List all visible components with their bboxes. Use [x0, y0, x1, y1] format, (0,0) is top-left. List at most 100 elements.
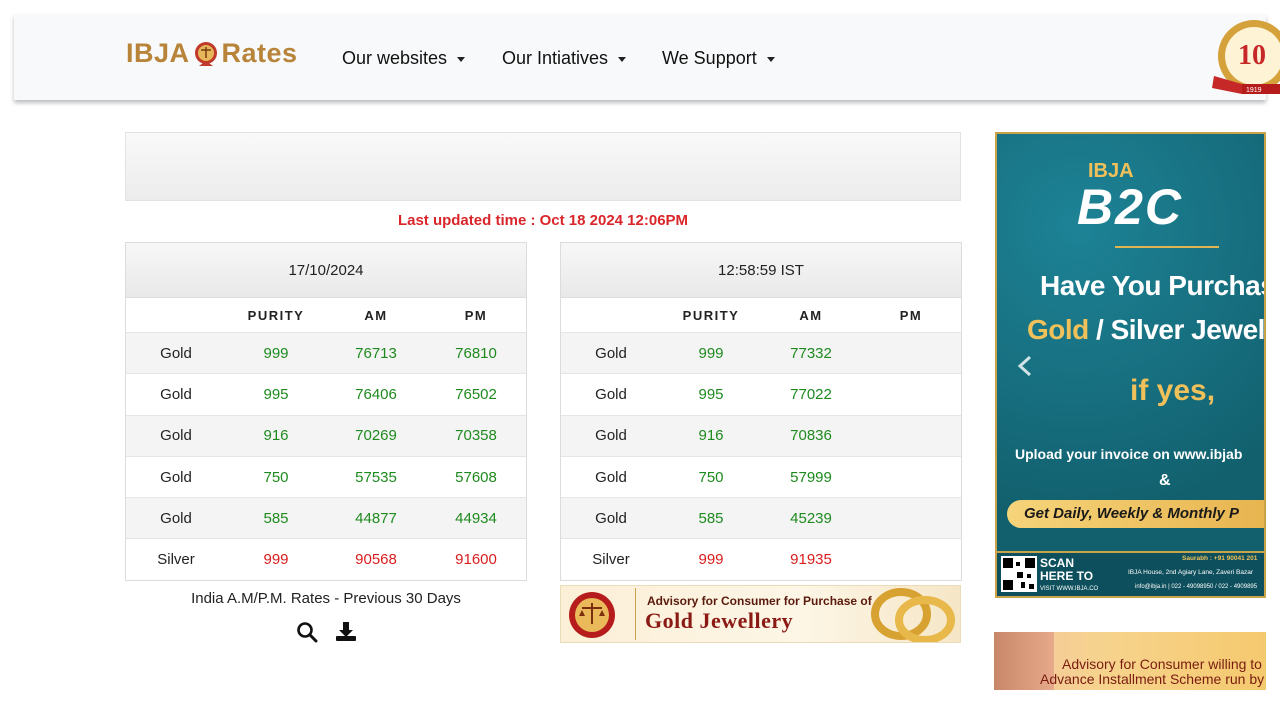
download-icon[interactable]: [335, 621, 357, 643]
column-header-purity: PURITY: [682, 307, 740, 323]
am-rate-cell: 77332: [790, 344, 832, 362]
ibja-seal-icon: [569, 592, 615, 638]
metal-cell: Gold: [160, 344, 192, 362]
ad-ampersand: &: [1159, 472, 1171, 489]
pm-rate-cell: 76502: [455, 385, 497, 403]
am-rate-cell: 70836: [790, 427, 832, 445]
nav-label: Our Intiatives: [502, 48, 609, 68]
previous-rates-link[interactable]: India A.M/P.M. Rates - Previous 30 Days: [125, 590, 527, 607]
pm-rate-cell: 57608: [455, 468, 497, 486]
table-column-headers: PURITY AM PM: [126, 298, 526, 333]
caret-down-icon: [618, 57, 627, 62]
am-rate-cell: 76713: [355, 344, 397, 362]
am-rate-cell: 70269: [355, 427, 397, 445]
table-row: Gold 585 44877 44934: [126, 498, 526, 540]
metal-cell: Gold: [595, 468, 627, 486]
pm-rate-cell: 76810: [455, 344, 497, 362]
ad-headline1: Have You Purchase: [1040, 270, 1266, 301]
table-date-heading: 17/10/2024: [126, 243, 526, 298]
nav-our-initiatives[interactable]: Our Intiatives: [502, 48, 627, 69]
search-icon[interactable]: [296, 621, 318, 643]
pm-rate-cell: 91600: [455, 551, 497, 569]
ad-rule: [1115, 246, 1219, 248]
am-rate-cell: 57999: [790, 468, 832, 486]
advisory-line1: Advisory for Consumer for Purchase of: [647, 594, 872, 608]
nav-our-websites[interactable]: Our websites: [342, 48, 466, 69]
purity-cell: 750: [263, 468, 289, 486]
metal-cell: Gold: [160, 427, 192, 445]
purity-cell: 995: [698, 385, 724, 403]
purity-cell: 999: [698, 551, 724, 569]
top-banner-placeholder: [125, 132, 961, 201]
scales-emblem-icon: [194, 41, 217, 66]
nav-label: Our websites: [342, 48, 448, 68]
ad-contact2: IBJA House, 2nd Agiary Lane, Zaveri Baza…: [1128, 569, 1254, 576]
metal-cell: Gold: [595, 344, 627, 362]
b2c-side-advertisement[interactable]: IBJA B2C Have You Purchase Gold / Silver…: [995, 132, 1266, 598]
purity-cell: 999: [263, 551, 289, 569]
ad-scan-text: SCAN HERE TO VISIT WWW.IBJA.CO: [1040, 557, 1098, 596]
purity-cell: 916: [263, 427, 289, 445]
metal-cell: Silver: [592, 551, 630, 569]
purity-cell: 585: [263, 509, 289, 527]
metal-cell: Gold: [160, 385, 192, 403]
purity-cell: 585: [698, 509, 724, 527]
pm-rate-cell: 70358: [455, 427, 497, 445]
table-row: Gold 999 77332: [561, 333, 961, 375]
am-rate-cell: 76406: [355, 385, 397, 403]
table-body: Gold 999 76713 76810 Gold 995 76406 7650…: [126, 333, 526, 580]
column-header-purity: PURITY: [247, 307, 305, 323]
ad-cta-text: Get Daily, Weekly & Monthly P: [1024, 505, 1240, 522]
site-logo[interactable]: IBJA Rates: [126, 38, 298, 69]
table-row: Gold 995 77022: [561, 374, 961, 416]
badge-year: 1919: [1246, 87, 1262, 94]
ad-headline2: Gold / Silver Jewelle: [1027, 314, 1265, 346]
qr-code-icon: [1001, 556, 1037, 592]
table-row: Gold 916 70836: [561, 415, 961, 457]
gold-rings-icon: [871, 588, 955, 642]
centenary-badge-icon: 10 1919: [1212, 20, 1280, 94]
column-header-am: AM: [364, 307, 388, 323]
column-header-pm: PM: [899, 307, 923, 323]
purity-cell: 916: [698, 427, 724, 445]
advisory-installment-banner[interactable]: Advisory for Consumer willing to i Advan…: [994, 632, 1266, 690]
table-row: Silver 999 91935: [561, 539, 961, 579]
centenary-badge: 10 1919: [1212, 14, 1280, 100]
ad-if-yes: if yes,: [1130, 374, 1216, 407]
badge-number: 10: [1238, 40, 1266, 71]
purity-cell: 999: [263, 344, 289, 362]
advisory-gold-jewellery-banner[interactable]: Advisory for Consumer for Purchase of Go…: [560, 585, 961, 643]
am-rate-cell: 90568: [355, 551, 397, 569]
ad-contact1: Saurabh : +91 90041 201: [1182, 555, 1258, 562]
am-rate-cell: 44877: [355, 509, 397, 527]
table-row: Gold 750 57535 57608: [126, 457, 526, 499]
advisory-line2: Gold Jewellery: [645, 608, 794, 633]
caret-down-icon: [457, 57, 466, 62]
table-column-headers: PURITY AM PM: [561, 298, 961, 333]
ad-headline2-rest: / Silver Jewelle: [1096, 314, 1265, 345]
ad-brand-big: B2C: [1077, 179, 1184, 235]
table-row: Gold 916 70269 70358: [126, 415, 526, 457]
metal-cell: Gold: [595, 509, 627, 527]
caret-down-icon: [766, 57, 775, 62]
last-updated-time: Last updated time : Oct 18 2024 12:06PM: [397, 212, 689, 229]
ad-upload-text: Upload your invoice on www.ibjab: [1015, 446, 1243, 462]
banner-divider: [635, 588, 636, 640]
nav-we-support[interactable]: We Support: [662, 48, 775, 69]
carousel-prev-chevron-icon[interactable]: [1017, 355, 1033, 377]
metal-cell: Gold: [595, 385, 627, 403]
purity-cell: 995: [263, 385, 289, 403]
table-row: Gold 750 57999: [561, 457, 961, 499]
metal-cell: Gold: [595, 427, 627, 445]
rates-table-previous: 17/10/2024 PURITY AM PM Gold 999 76713 7…: [125, 242, 527, 581]
ad-visit: VISIT WWW.IBJA.CO: [1040, 586, 1099, 592]
rates-table-live: 12:58:59 IST PURITY AM PM Gold 999 77332…: [560, 242, 962, 581]
am-rate-cell: 57535: [355, 468, 397, 486]
table-row: Gold 585 45239: [561, 498, 961, 540]
advisory2-line2: Advance Installment Scheme run by: [1040, 671, 1265, 687]
am-rate-cell: 91935: [790, 551, 832, 569]
metal-cell: Gold: [160, 509, 192, 527]
metal-cell: Gold: [160, 468, 192, 486]
am-rate-cell: 77022: [790, 385, 832, 403]
am-rate-cell: 45239: [790, 509, 832, 527]
